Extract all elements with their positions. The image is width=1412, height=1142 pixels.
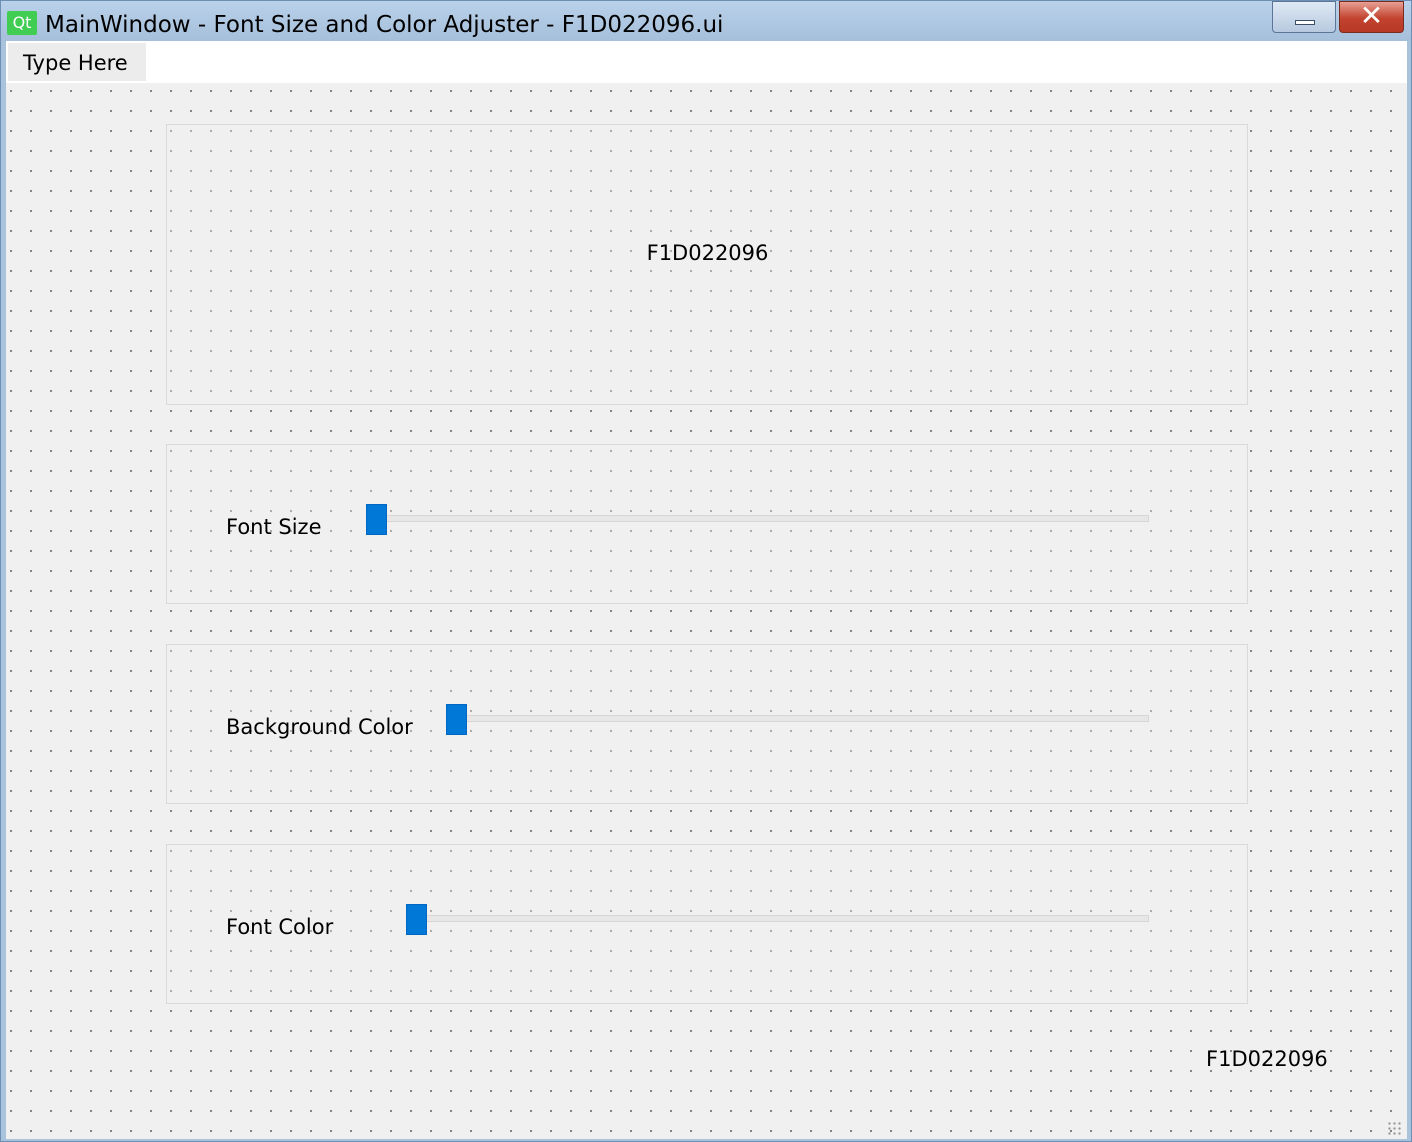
background-color-frame: Background Color — [166, 644, 1248, 804]
minimize-button[interactable] — [1272, 1, 1336, 33]
design-canvas: F1D022096 Font Size Background Color Fon… — [6, 83, 1407, 1139]
slider-groove — [366, 515, 1149, 522]
font-color-slider[interactable] — [406, 901, 1149, 937]
footer-label: F1D022096 — [1206, 1047, 1328, 1071]
qt-app-icon: Qt — [7, 11, 37, 35]
font-size-frame: Font Size — [166, 444, 1248, 604]
slider-handle[interactable] — [446, 704, 467, 735]
display-text-label: F1D022096 — [646, 241, 769, 265]
font-size-label: Font Size — [226, 515, 322, 539]
font-size-slider[interactable] — [366, 501, 1149, 537]
display-frame: F1D022096 — [166, 124, 1248, 405]
close-button[interactable]: ✕ — [1339, 1, 1404, 33]
slider-groove — [406, 915, 1149, 922]
font-color-frame: Font Color — [166, 844, 1248, 1004]
font-color-label: Font Color — [226, 915, 334, 939]
window-title: MainWindow - Font Size and Color Adjuste… — [45, 12, 724, 38]
title-bar[interactable]: Qt MainWindow - Font Size and Color Adju… — [1, 1, 1411, 41]
size-grip-icon[interactable] — [1387, 1121, 1401, 1135]
slider-handle[interactable] — [406, 904, 427, 935]
main-window: Qt MainWindow - Font Size and Color Adju… — [0, 0, 1412, 1142]
menu-item-type-here[interactable]: Type Here — [8, 43, 146, 81]
client-area: Type Here F1D022096 Font Size Background… — [6, 41, 1407, 1139]
slider-handle[interactable] — [366, 504, 387, 535]
background-color-label: Background Color — [226, 715, 413, 739]
slider-groove — [446, 715, 1149, 722]
menu-bar: Type Here — [6, 41, 1407, 83]
background-color-slider[interactable] — [446, 701, 1149, 737]
